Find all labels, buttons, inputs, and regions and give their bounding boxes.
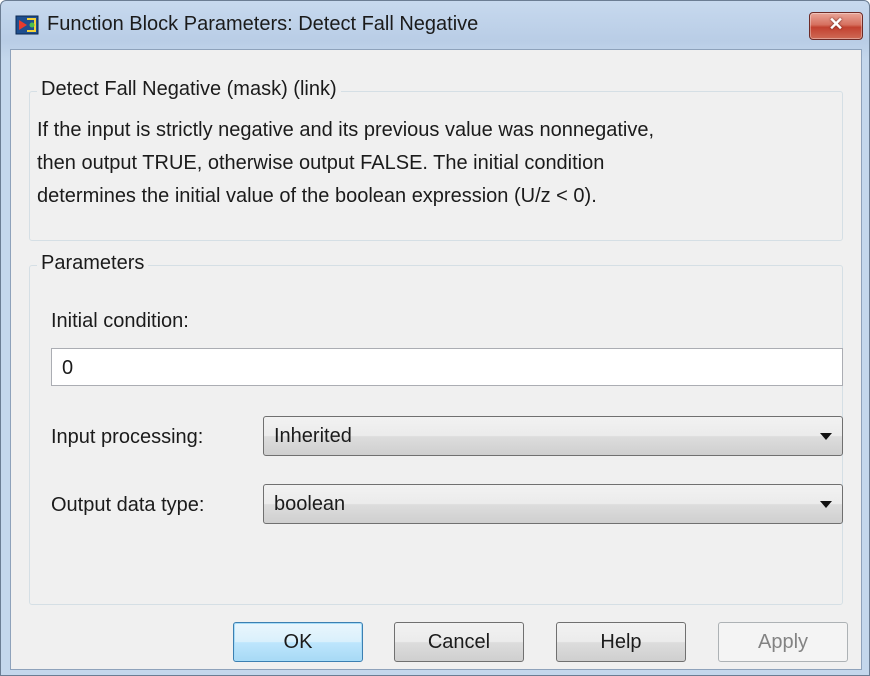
initial-condition-input[interactable]: 0	[51, 348, 843, 386]
output-data-type-dropdown[interactable]: boolean	[263, 484, 843, 524]
initial-condition-label: Initial condition:	[51, 310, 189, 332]
description-line: then output TRUE, otherwise output FALSE…	[37, 152, 605, 174]
description-group: Detect Fall Negative (mask) (link) If th…	[29, 78, 843, 241]
parameters-legend: Parameters	[37, 252, 149, 275]
dialog-body: Detect Fall Negative (mask) (link) If th…	[10, 49, 862, 670]
input-processing-value: Inherited	[274, 425, 352, 447]
window-title: Function Block Parameters: Detect Fall N…	[47, 13, 479, 35]
chevron-down-icon	[820, 501, 832, 508]
ok-button[interactable]: OK	[233, 622, 363, 662]
help-button[interactable]: Help	[556, 622, 686, 662]
apply-button[interactable]: Apply	[718, 622, 848, 662]
cancel-button[interactable]: Cancel	[394, 622, 524, 662]
description-line: If the input is strictly negative and it…	[37, 119, 655, 141]
chevron-down-icon	[820, 433, 832, 440]
parameters-group: Parameters Initial condition: 0 Input pr…	[29, 252, 843, 605]
description-line: determines the initial value of the bool…	[37, 185, 597, 207]
title-bar[interactable]: Function Block Parameters: Detect Fall N…	[1, 1, 869, 49]
output-data-type-label: Output data type:	[51, 494, 205, 516]
output-data-type-value: boolean	[274, 493, 346, 515]
description-legend: Detect Fall Negative (mask) (link)	[37, 78, 341, 101]
close-icon: ✕	[828, 14, 844, 34]
description-text: If the input is strictly negative and it…	[37, 114, 857, 213]
dialog-window: Function Block Parameters: Detect Fall N…	[0, 0, 870, 676]
input-processing-label: Input processing:	[51, 426, 204, 448]
close-button[interactable]: ✕	[809, 12, 863, 40]
initial-condition-value: 0	[62, 357, 74, 379]
input-processing-dropdown[interactable]: Inherited	[263, 416, 843, 456]
simulink-block-icon	[15, 15, 39, 35]
